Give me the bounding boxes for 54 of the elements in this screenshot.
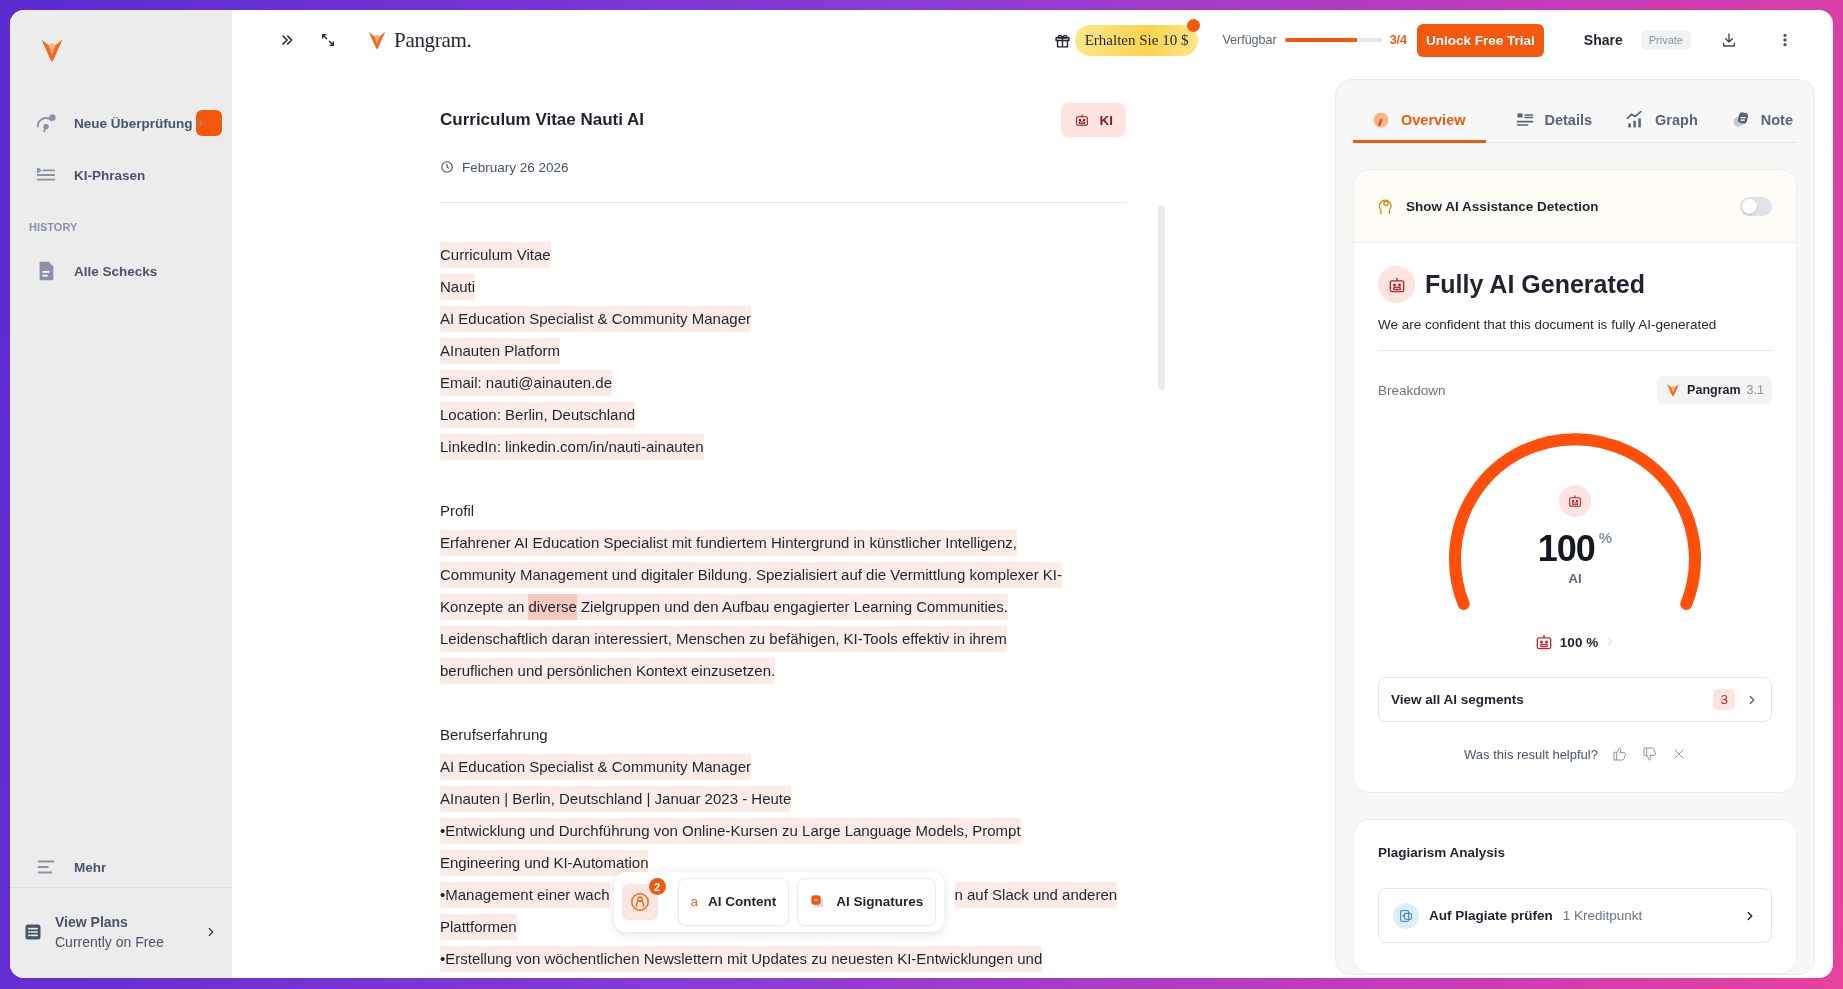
document-line: Berufserfahrung <box>440 725 548 745</box>
tab[interactable]: Details <box>1496 100 1597 143</box>
view-segments-button[interactable]: View all AI segments 3 <box>1378 677 1772 722</box>
credits-label: Verfügbar <box>1222 33 1277 47</box>
thumbs-up-icon[interactable] <box>1611 746 1628 762</box>
credits-count: 3/4 <box>1389 33 1408 47</box>
sidebar-item[interactable]: Alle Schecks <box>10 245 232 297</box>
plagiarism-heading: Plagiarism Analysis <box>1378 844 1507 862</box>
clock-icon <box>440 160 454 174</box>
tab[interactable]: Note <box>1712 100 1797 143</box>
robot-icon <box>1073 112 1090 128</box>
document-title: Curriculum Vitae Nauti AI <box>440 110 645 130</box>
filter-chip[interactable]: a AI Content <box>677 878 790 926</box>
feedback-question: Was this result helpful? <box>1464 746 1598 762</box>
section-heading: HISTORY <box>29 220 79 235</box>
gauge-value: 100 <box>1537 527 1595 571</box>
view-plans-button[interactable]: View Plans Currently on Free <box>10 887 232 978</box>
fox-logo <box>1665 382 1682 398</box>
count-badge: 3 <box>1713 689 1735 710</box>
download-icon[interactable] <box>1721 32 1737 48</box>
double-chevron-right-icon[interactable] <box>279 32 295 48</box>
brand-name: Pangram. <box>394 27 472 53</box>
expand-icon[interactable] <box>320 32 336 48</box>
add-button[interactable] <box>196 110 222 136</box>
document-line: Profil <box>440 501 475 521</box>
visibility-badge: Private <box>1640 30 1691 50</box>
promo-button[interactable]: Erhalten Sie 10 $ <box>1074 24 1199 56</box>
filter-chip[interactable]: AI Signatures <box>797 878 937 926</box>
assistance-label: Show AI Assistance Detection <box>1406 198 1600 214</box>
gauge-unit: % <box>1598 529 1613 548</box>
sidebar-item[interactable]: Neue Überprüfung <box>10 97 232 149</box>
list-icon <box>23 922 43 942</box>
unlock-trial-button[interactable]: Unlock Free Trial <box>1417 23 1544 57</box>
model-badge: Pangram 3.1 <box>1657 376 1772 404</box>
highlighted-word: diverse <box>528 594 577 620</box>
detection-button[interactable] <box>621 884 658 920</box>
plagiarism-check-button[interactable]: Auf Plagiate prüfen 1 Kreditpunkt <box>1378 888 1772 943</box>
person-circle-icon <box>628 891 651 913</box>
share-button[interactable]: Share <box>1583 32 1623 48</box>
letter-icon: a <box>690 886 699 918</box>
toggle-switch[interactable] <box>1740 196 1772 216</box>
tab[interactable]: Graph <box>1607 100 1702 143</box>
thumbs-down-icon[interactable] <box>1641 746 1658 762</box>
verdict-title: Fully AI Generated <box>1425 270 1645 299</box>
ai-badge: KI <box>1060 103 1126 137</box>
close-icon[interactable] <box>1671 747 1686 761</box>
sidebar-item[interactable]: KI-Phrasen <box>10 149 232 201</box>
gauge-caption: AI <box>1567 571 1583 586</box>
fox-logo <box>366 29 388 51</box>
ai-share-link[interactable]: 100 % <box>1378 630 1772 654</box>
more-menu-item[interactable]: Mehr <box>10 847 232 887</box>
verdict-description: We are confident that this document is fully AI-generated <box>1378 316 1718 334</box>
breakdown-label: Breakdown <box>1378 382 1446 398</box>
document-date: February 26 2026 <box>462 159 569 175</box>
